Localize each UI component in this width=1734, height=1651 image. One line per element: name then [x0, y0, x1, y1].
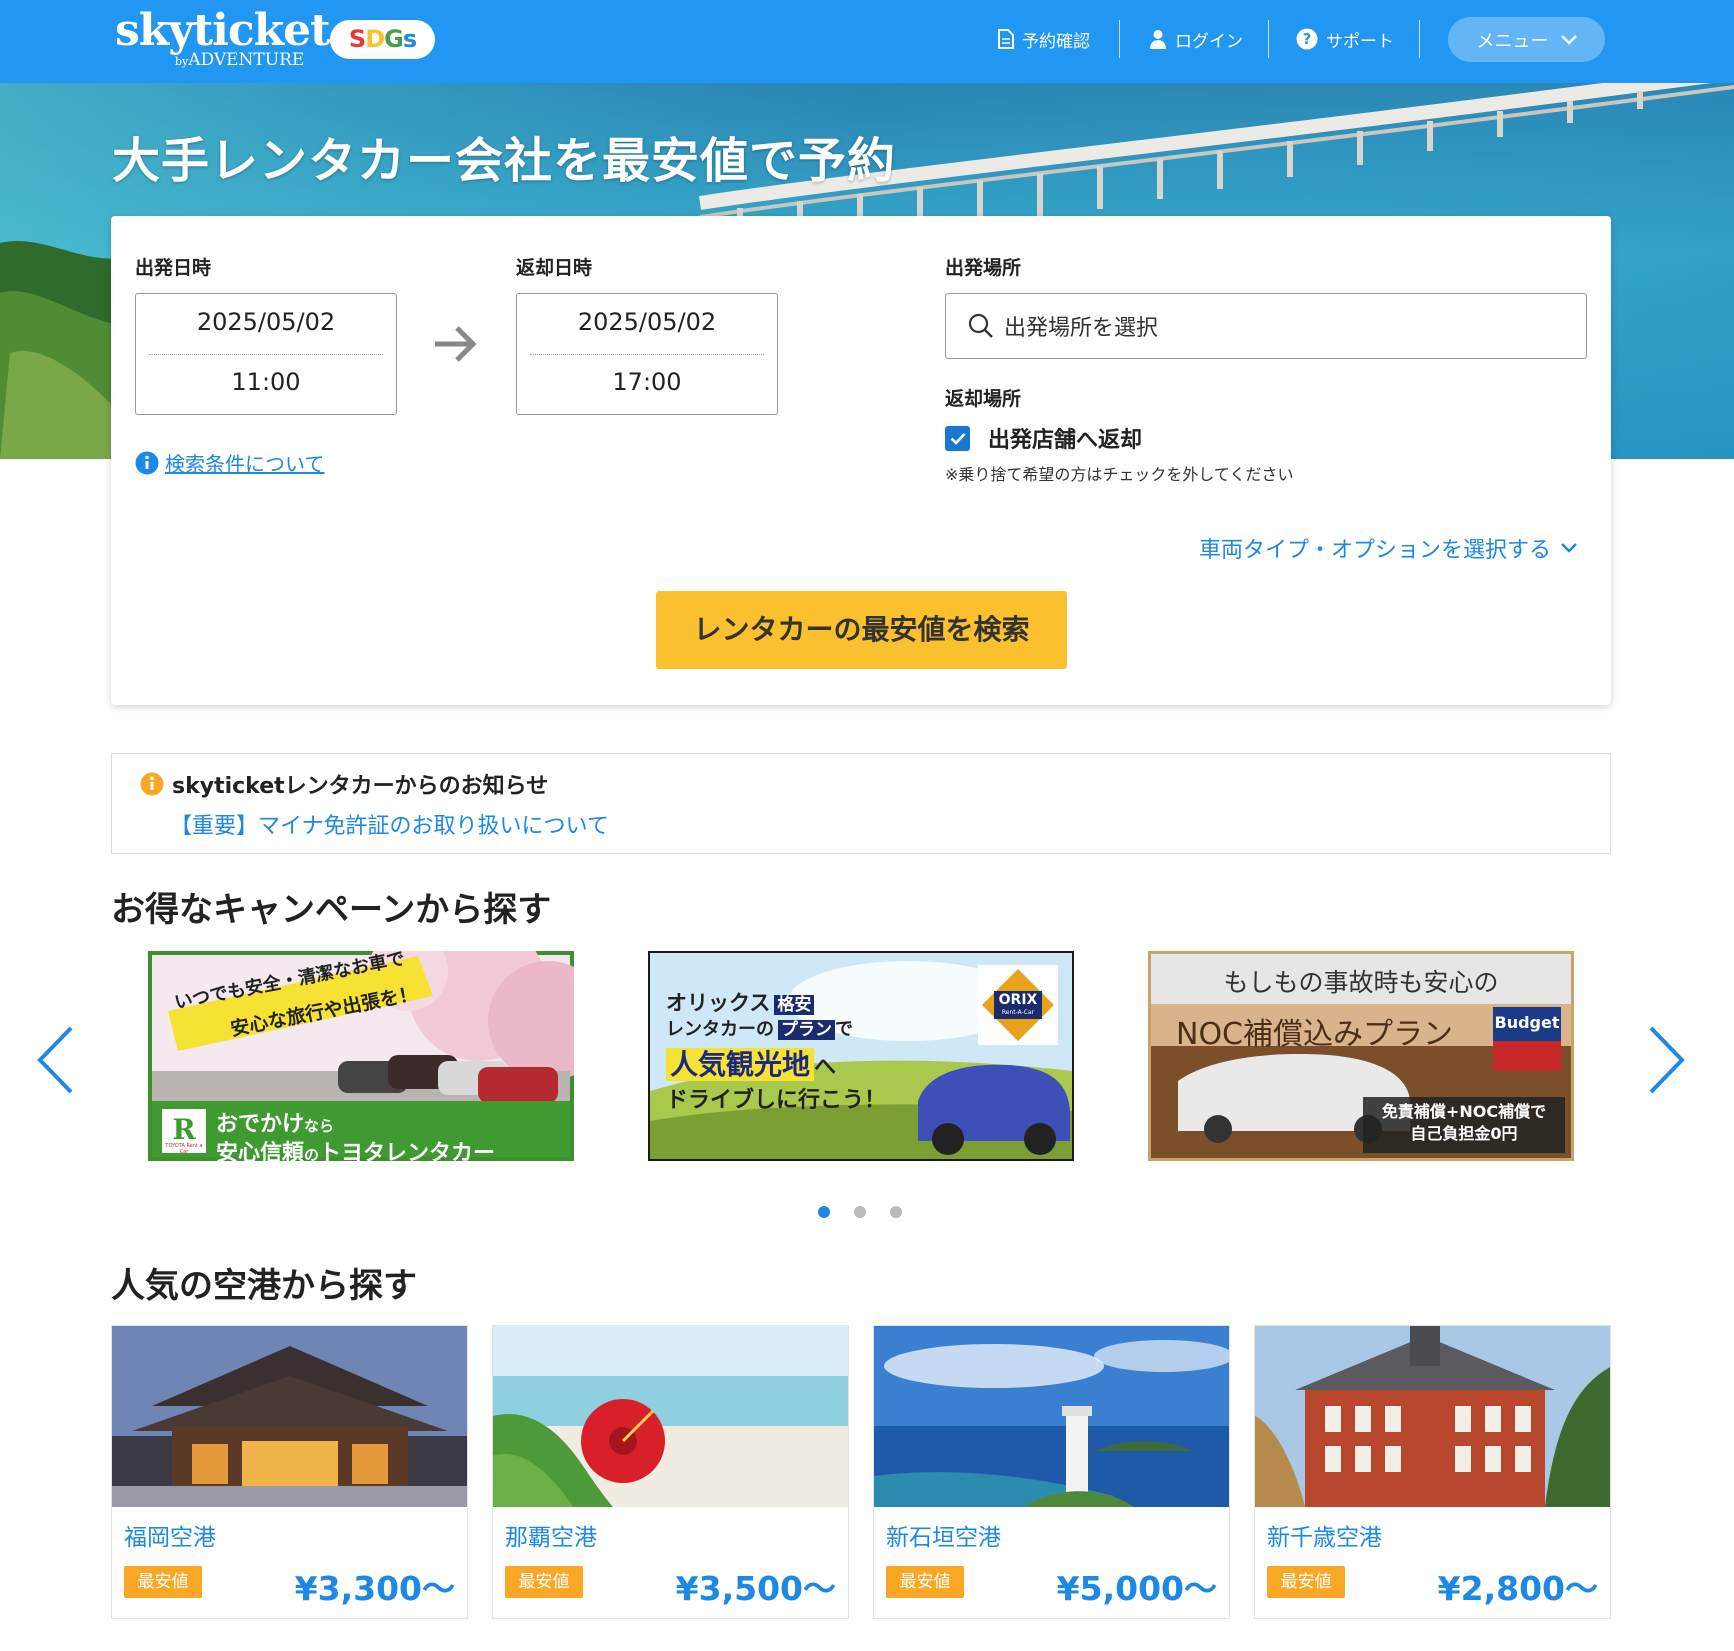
- search-rental-car-button[interactable]: レンタカーの最安値を検索: [656, 591, 1067, 669]
- question-circle-icon: ?: [1296, 28, 1318, 50]
- info-icon: [135, 451, 159, 474]
- campaign-banner-orix[interactable]: オリックス 格安 レンタカーの プランで 人気観光地へ ドライブしに行こう！ ORI…: [648, 951, 1074, 1161]
- carousel-next-arrow[interactable]: [1648, 1025, 1686, 1095]
- toyota-logo-text: TOYOTA Rent a Car: [165, 1143, 203, 1155]
- campaign-section-title: お得なキャンペーンから探す: [111, 890, 552, 930]
- notice-link[interactable]: 【重要】マイナ免許証のお取り扱いについて: [170, 808, 609, 840]
- airport-price: ¥3,500〜: [675, 1569, 836, 1608]
- sdgs-badge[interactable]: SDGs: [330, 20, 435, 59]
- vehicle-options-toggle[interactable]: 車両タイプ・オプションを選択する: [1199, 532, 1577, 564]
- arrow-right-icon: [435, 326, 477, 362]
- notice-title: skyticketレンタカーからのお知らせ: [140, 768, 548, 800]
- airport-card-shin-ishigaki[interactable]: 新石垣空港 最安値 ¥5,000〜: [873, 1325, 1230, 1619]
- search-conditions-label: 検索条件について: [165, 452, 325, 476]
- airport-name: 那覇空港: [505, 1525, 597, 1551]
- airport-section-title: 人気の空港から探す: [111, 1266, 417, 1306]
- airport-card-new-chitose[interactable]: 新千歳空港 最安値 ¥2,800〜: [1254, 1325, 1611, 1619]
- airport-price: ¥3,300〜: [294, 1569, 455, 1608]
- svg-text:R: R: [172, 1113, 196, 1146]
- airport-name: 新千歳空港: [1267, 1525, 1382, 1551]
- campaign-banner-toyota[interactable]: R いつでも安全・清潔なお車で 安心な旅行や出張を！ おでかけなら 安心信頼のト…: [148, 951, 574, 1161]
- datetime-divider: [149, 354, 383, 355]
- airport-card-fukuoka[interactable]: 福岡空港 最安値 ¥3,300〜: [111, 1325, 468, 1619]
- campaign-banner-budget[interactable]: もしもの事故時も安心の NOC補償込みプラン Budget 免責補償+NOC補償…: [1148, 951, 1574, 1161]
- banner-orix-text: オリックス 格安 レンタカーの プランで 人気観光地へ ドライブしに行こう！: [666, 991, 887, 1113]
- banner-budget-box: 免責補償+NOC補償で 自己負担金0円: [1381, 1102, 1547, 1143]
- datetime-divider: [530, 354, 764, 355]
- airport-price: ¥2,800〜: [1437, 1569, 1598, 1608]
- return-datetime-picker[interactable]: 2025/05/02 17:00: [516, 293, 778, 415]
- carousel-prev-arrow[interactable]: [36, 1025, 74, 1095]
- airport-name: 福岡空港: [124, 1525, 216, 1551]
- return-place-label: 返却場所: [945, 388, 1022, 410]
- info-icon: [140, 772, 164, 796]
- departure-place-placeholder: 出発場所を選択: [1004, 316, 1159, 341]
- nav-support[interactable]: ? サポート: [1296, 24, 1394, 54]
- skyticket-logo[interactable]: skyticket byADVENTURE: [115, 5, 330, 71]
- search-icon: [968, 313, 993, 338]
- return-date: 2025/05/02: [577, 308, 717, 336]
- hero-title: 大手レンタカー会社を最安値で予約: [112, 133, 897, 189]
- airport-photo: [493, 1326, 848, 1507]
- nav-divider: [1268, 20, 1269, 58]
- search-form-card: 出発日時 2025/05/02 11:00 返却日時 2025/05/02 17…: [111, 216, 1611, 705]
- menu-button[interactable]: メニュー: [1448, 17, 1605, 62]
- departure-date: 2025/05/02: [196, 308, 336, 336]
- menu-label: メニュー: [1476, 30, 1549, 52]
- departure-datetime-picker[interactable]: 2025/05/02 11:00: [135, 293, 397, 415]
- logo-text: skyticket: [115, 5, 330, 56]
- departure-place-label: 出発場所: [945, 257, 1022, 279]
- return-datetime-label: 返却日時: [516, 257, 593, 279]
- chevron-down-icon: [1560, 34, 1577, 45]
- airport-photo: [1255, 1326, 1610, 1507]
- site-header: skyticket byADVENTURE SDGs 予約確認 ログイン ? サ…: [0, 0, 1734, 83]
- carousel-dot[interactable]: [818, 1206, 830, 1218]
- airport-price: ¥5,000〜: [1056, 1569, 1217, 1608]
- departure-datetime-label: 出発日時: [135, 257, 212, 279]
- notice-title-text: skyticketレンタカーからのお知らせ: [172, 774, 549, 799]
- nav-login[interactable]: ログイン: [1149, 24, 1243, 54]
- drop-off-note: ※乗り捨て希望の方はチェックを外してください: [945, 465, 1294, 484]
- budget-logo: Budget: [1494, 1013, 1560, 1032]
- same-store-label: 出発店舗へ返却: [988, 428, 1143, 453]
- document-icon: [998, 29, 1014, 49]
- lowest-price-badge: 最安値: [886, 1566, 964, 1598]
- person-icon: [1150, 30, 1166, 49]
- departure-place-input[interactable]: 出発場所を選択: [945, 293, 1587, 359]
- return-time: 17:00: [612, 368, 682, 396]
- nav-divider: [1419, 20, 1420, 58]
- nav-login-label: ログイン: [1175, 31, 1243, 52]
- logo-subtext: byADVENTURE: [175, 50, 305, 70]
- banner-toyota-bottom: おでかけなら 安心信頼のトヨタレンタカー: [216, 1112, 496, 1161]
- departure-time: 11:00: [231, 368, 301, 396]
- carousel-pagination: [818, 1206, 902, 1218]
- vehicle-options-label: 車両タイプ・オプションを選択する: [1198, 538, 1551, 563]
- lowest-price-badge: 最安値: [124, 1566, 202, 1598]
- carousel-dot[interactable]: [854, 1206, 866, 1218]
- notice-box: skyticketレンタカーからのお知らせ 【重要】マイナ免許証のお取り扱いにつ…: [111, 753, 1611, 854]
- svg-text:?: ?: [1303, 30, 1312, 48]
- airport-card-naha[interactable]: 那覇空港 最安値 ¥3,500〜: [492, 1325, 849, 1619]
- nav-reservation-check[interactable]: 予約確認: [998, 24, 1090, 54]
- nav-divider: [1119, 20, 1120, 58]
- lowest-price-badge: 最安値: [1267, 1566, 1345, 1598]
- nav-support-label: サポート: [1326, 31, 1394, 52]
- search-conditions-link[interactable]: 検索条件について: [135, 448, 324, 477]
- orix-logo: ORIX Rent-A-Car: [998, 992, 1038, 1016]
- check-icon: [950, 432, 965, 445]
- nav-reservation-label: 予約確認: [1022, 31, 1090, 52]
- airport-photo: [874, 1326, 1229, 1507]
- same-store-checkbox[interactable]: [945, 425, 970, 451]
- lowest-price-badge: 最安値: [505, 1566, 583, 1598]
- banner-budget-line1: もしもの事故時も安心の: [1223, 968, 1499, 997]
- airport-photo: [112, 1326, 467, 1507]
- airport-name: 新石垣空港: [886, 1525, 1001, 1551]
- chevron-down-icon: [1561, 543, 1577, 553]
- banner-budget-line2: NOC補償込みプラン: [1176, 1017, 1454, 1052]
- carousel-dot[interactable]: [890, 1206, 902, 1218]
- same-store-return-option[interactable]: 出発店舗へ返却: [945, 422, 1142, 454]
